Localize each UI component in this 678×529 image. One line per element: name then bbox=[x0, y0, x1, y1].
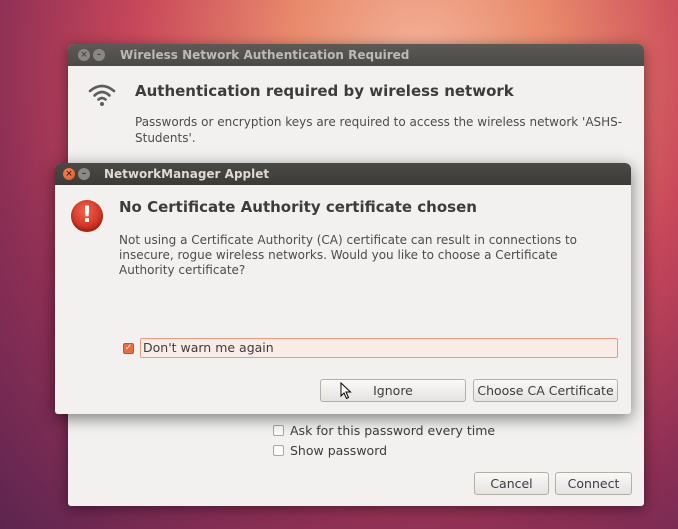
show-password-checkbox[interactable]: Show password bbox=[273, 443, 387, 458]
back-dialog-description: Passwords or encryption keys are require… bbox=[135, 115, 623, 145]
front-dialog-title: NetworkManager Applet bbox=[104, 167, 270, 181]
warning-icon: ! bbox=[71, 200, 103, 232]
networkmanager-applet-dialog: × – NetworkManager Applet ! No Certifica… bbox=[55, 163, 631, 414]
back-minimize-icon[interactable]: – bbox=[93, 49, 105, 61]
front-close-icon[interactable]: × bbox=[63, 168, 75, 180]
show-password-checkbox-box[interactable] bbox=[273, 445, 284, 456]
choose-ca-certificate-button[interactable]: Choose CA Certificate bbox=[473, 379, 618, 402]
wifi-icon bbox=[88, 84, 116, 106]
show-password-label: Show password bbox=[290, 443, 388, 458]
front-minimize-icon[interactable]: – bbox=[78, 168, 90, 180]
dont-warn-label[interactable]: Don't warn me again bbox=[143, 340, 274, 355]
cancel-button[interactable]: Cancel bbox=[474, 472, 549, 495]
back-dialog-title: Wireless Network Authentication Required bbox=[120, 48, 410, 62]
ask-password-label: Ask for this password every time bbox=[290, 423, 496, 438]
dont-warn-checkbox[interactable]: ✓ bbox=[123, 343, 134, 354]
back-dialog-heading: Authentication required by wireless netw… bbox=[135, 82, 514, 100]
ask-password-checkbox[interactable]: Ask for this password every time bbox=[273, 423, 495, 438]
ask-password-checkbox-box[interactable] bbox=[273, 425, 284, 436]
front-dialog-description: Not using a Certificate Authority (CA) c… bbox=[119, 233, 577, 277]
front-dialog-titlebar[interactable]: × – NetworkManager Applet bbox=[55, 163, 631, 185]
desktop-background: × – Wireless Network Authentication Requ… bbox=[0, 0, 678, 529]
back-close-icon[interactable]: × bbox=[78, 49, 90, 61]
mouse-pointer-icon bbox=[340, 382, 352, 400]
back-dialog-titlebar[interactable]: × – Wireless Network Authentication Requ… bbox=[68, 44, 644, 66]
connect-button[interactable]: Connect bbox=[555, 472, 632, 495]
front-dialog-heading: No Certificate Authority certificate cho… bbox=[119, 198, 477, 216]
